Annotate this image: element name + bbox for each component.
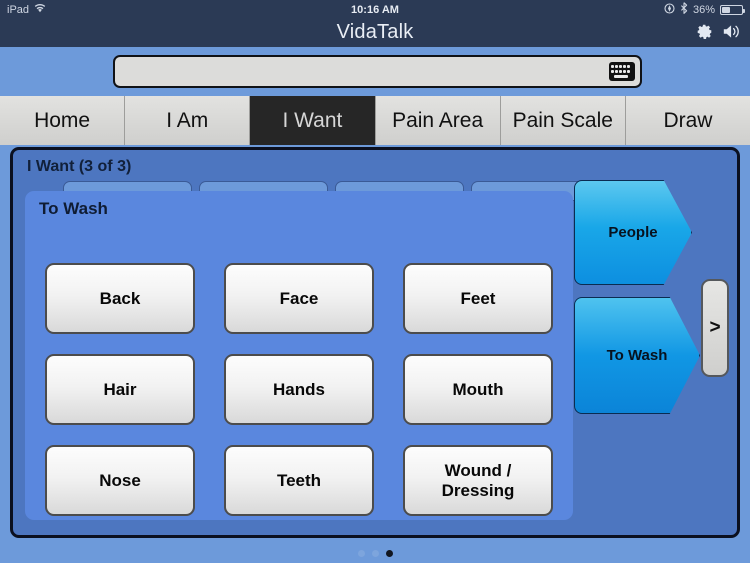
bluetooth-icon bbox=[680, 2, 688, 17]
speaker-volume-icon[interactable] bbox=[722, 23, 742, 40]
main-tab-strip: Home I Am I Want Pain Area Pain Scale Dr… bbox=[0, 96, 750, 145]
phrase-button-grid: Back Face Feet Hair Hands Mouth Nose Tee… bbox=[45, 263, 557, 516]
next-page-button[interactable]: > bbox=[701, 279, 729, 377]
search-band bbox=[0, 47, 750, 96]
phrase-button-face[interactable]: Face bbox=[224, 263, 374, 334]
category-tab-people[interactable]: People bbox=[574, 180, 692, 285]
status-bar-time: 10:16 AM bbox=[351, 3, 399, 16]
page-dot-3[interactable] bbox=[385, 549, 393, 557]
page-dot-2[interactable] bbox=[371, 549, 379, 557]
tab-draw[interactable]: Draw bbox=[625, 96, 750, 145]
keyboard-icon[interactable] bbox=[609, 62, 635, 81]
gear-icon[interactable] bbox=[696, 23, 713, 40]
status-bar-right: 36% bbox=[664, 2, 745, 17]
phrase-button-wound-dressing[interactable]: Wound / Dressing bbox=[403, 445, 553, 516]
content-frame: I Want (3 of 3) To Wash Back Face Feet H… bbox=[10, 147, 740, 538]
phrase-button-hair[interactable]: Hair bbox=[45, 354, 195, 425]
phrase-button-mouth[interactable]: Mouth bbox=[403, 354, 553, 425]
category-tab-rail: People To Wash bbox=[574, 180, 700, 530]
title-bar: VidaTalk bbox=[0, 19, 750, 47]
search-field-container[interactable] bbox=[113, 55, 642, 88]
phrase-button-nose[interactable]: Nose bbox=[45, 445, 195, 516]
category-tab-to-wash[interactable]: To Wash bbox=[574, 297, 700, 414]
category-page-panel: To Wash Back Face Feet Hair Hands Mouth … bbox=[25, 191, 573, 520]
search-input[interactable] bbox=[123, 57, 603, 86]
phrase-button-hands[interactable]: Hands bbox=[224, 354, 374, 425]
title-bar-actions bbox=[696, 23, 742, 40]
page-dot-1[interactable] bbox=[357, 549, 365, 557]
status-bar: iPad 10:16 AM 36% bbox=[0, 0, 750, 19]
battery-percent-label: 36% bbox=[692, 3, 715, 16]
tab-pain-area[interactable]: Pain Area bbox=[375, 96, 501, 145]
phrase-button-back[interactable]: Back bbox=[45, 263, 195, 334]
tab-home[interactable]: Home bbox=[0, 96, 126, 145]
battery-icon bbox=[720, 4, 745, 15]
tab-pain-scale[interactable]: Pain Scale bbox=[500, 96, 626, 145]
page-indicator bbox=[0, 546, 750, 560]
phrase-button-feet[interactable]: Feet bbox=[403, 263, 553, 334]
page-title: VidaTalk bbox=[336, 21, 414, 43]
tab-i-am[interactable]: I Am bbox=[125, 96, 251, 145]
location-services-icon bbox=[664, 2, 675, 17]
phrase-button-teeth[interactable]: Teeth bbox=[224, 445, 374, 516]
page-label: To Wash bbox=[39, 199, 108, 218]
app-root: iPad 10:16 AM 36% VidaTalk Home I Am I W… bbox=[0, 0, 750, 563]
section-title: I Want (3 of 3) bbox=[27, 158, 132, 175]
tab-i-want[interactable]: I Want bbox=[250, 96, 376, 145]
